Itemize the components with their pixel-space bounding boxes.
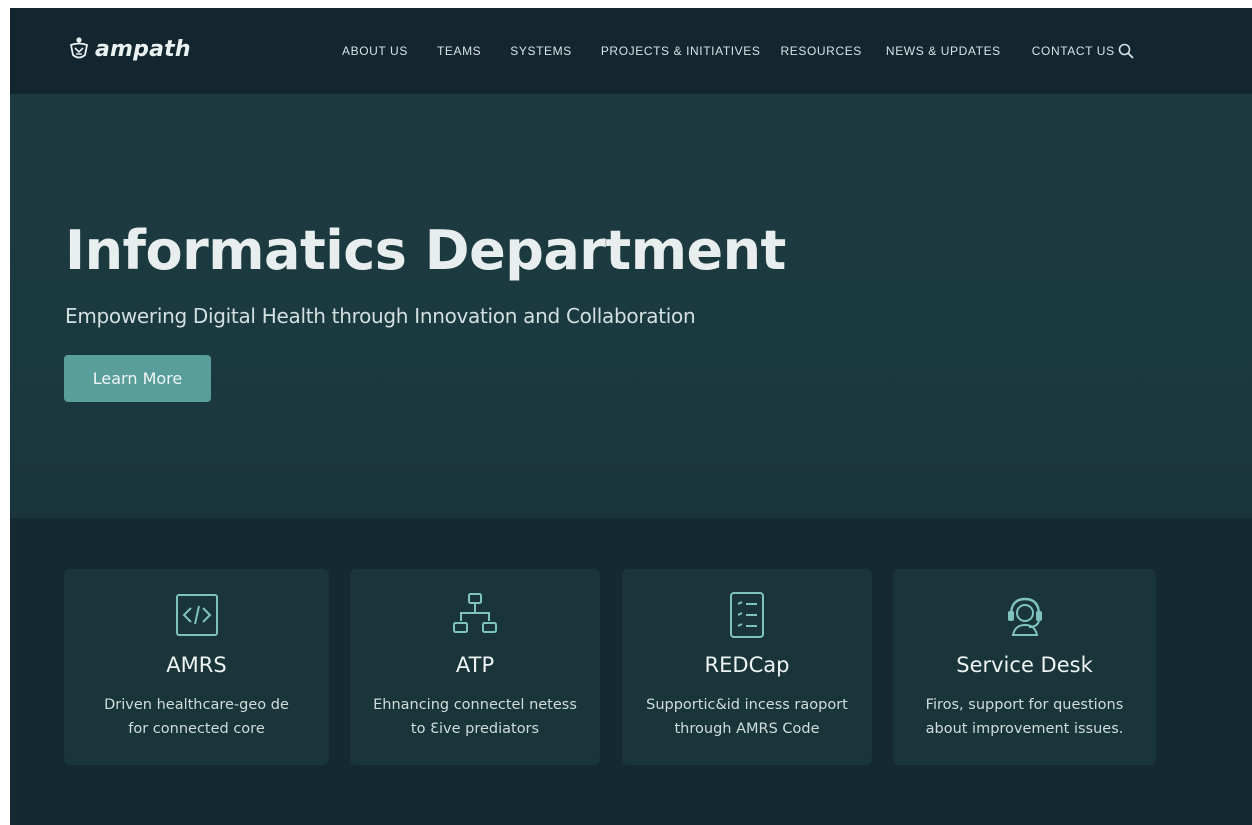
nav-item-projects-initiatives[interactable]: PROJECTS & INITIATIVES [601, 44, 761, 58]
card-description: Driven healthcare-geo de for connected c… [104, 697, 289, 737]
card-amrs[interactable]: AMRS Driven healthcare-geo de for connec… [64, 569, 329, 765]
code-icon [175, 594, 218, 636]
headset-icon [1007, 597, 1042, 636]
card-description: Supportic&id incess raoport through AMRS… [646, 697, 848, 737]
ampath-logo-icon [69, 37, 89, 59]
hero-title: Informatics Department [65, 219, 786, 282]
network-icon [453, 593, 497, 633]
page-frame: ampath ABOUT US TEAMS SYSTEMS PROJECTS &… [10, 8, 1252, 825]
nav-item-news-updates[interactable]: NEWS & UPDATES [886, 44, 1001, 58]
brand-logo[interactable]: ampath [67, 36, 191, 62]
nav-item-teams[interactable]: TEAMS [437, 44, 481, 58]
card-redcap[interactable]: REDCap Supportic&id incess raoport throu… [622, 569, 872, 765]
nav-item-resources[interactable]: RESOURCES [781, 44, 862, 58]
nav-item-contact-us[interactable]: CONTACT US [1032, 44, 1115, 58]
brand-name: ampath [95, 36, 191, 62]
card-description: Firos, support for questions about impro… [925, 697, 1124, 737]
card-title: REDCap [704, 653, 790, 677]
card-title: Service Desk [956, 653, 1093, 677]
hero-section: Informatics Department Empowering Digita… [10, 94, 1252, 518]
top-navigation-bar: ampath ABOUT US TEAMS SYSTEMS PROJECTS &… [10, 8, 1252, 94]
card-title: AMRS [166, 653, 227, 677]
systems-cards-section: AMRS Driven healthcare-geo de for connec… [10, 518, 1252, 825]
search-icon[interactable] [1117, 42, 1135, 60]
nav-item-systems[interactable]: SYSTEMS [510, 44, 572, 58]
card-service-desk[interactable]: Service Desk Firos, support for question… [893, 569, 1156, 765]
card-description: Ehnancing connectel netess to Ɛive predi… [373, 697, 577, 737]
checklist-icon [730, 592, 764, 638]
hero-subtitle: Empowering Digital Health through Innova… [65, 304, 696, 328]
nav-item-about-us[interactable]: ABOUT US [342, 44, 408, 58]
main-nav: ABOUT US TEAMS SYSTEMS PROJECTS & INITIA… [342, 8, 1115, 94]
card-atp[interactable]: ATP Ehnancing connectel netess to Ɛive p… [350, 569, 600, 765]
card-title: ATP [455, 653, 495, 677]
learn-more-button[interactable]: Learn More [64, 355, 211, 402]
